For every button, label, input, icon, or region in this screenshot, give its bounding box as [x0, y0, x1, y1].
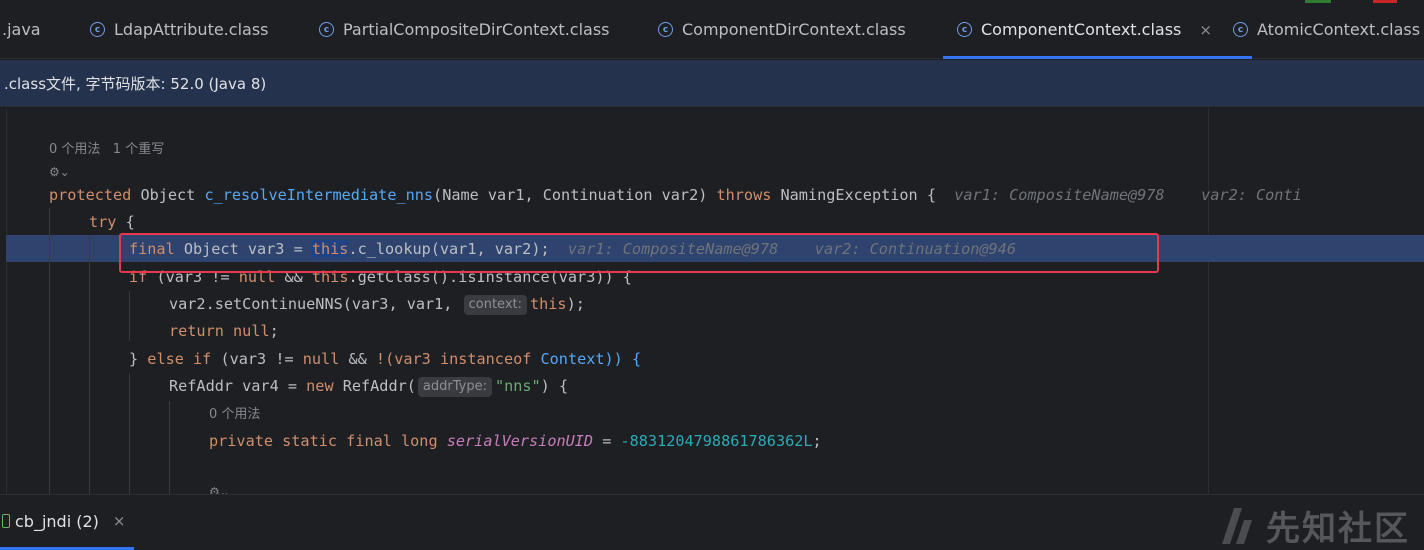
parameter-hint: context: [463, 294, 527, 315]
run-panel: cb_jndi (2) × 先知社区 [0, 494, 1424, 550]
class-icon: c [1233, 22, 1248, 37]
annotation-toggle-icon[interactable]: ⚙⌄ [209, 482, 230, 494]
usage-hint[interactable]: 0 个用法 [209, 405, 260, 425]
code-line-refaddr: RefAddr var4 = new RefAddr(addrType: "nns… [169, 373, 568, 400]
run-tab-label: cb_jndi (2) [15, 511, 99, 531]
tab-label: ComponentContext.class [981, 20, 1182, 39]
token: RefAddr( [333, 377, 416, 395]
indent-guide [129, 373, 130, 494]
editor-tab-bar: .java c LdapAttribute.class c PartialCom… [0, 0, 1424, 59]
token: ; [269, 322, 279, 340]
right-margin-guide [1208, 108, 1209, 494]
decompiled-class-banner: .class文件, 字节码版本: 52.0 (Java 8) [0, 60, 1424, 107]
token: "nns" [494, 377, 541, 395]
tab-componentcontext[interactable]: c ComponentContext.class × [943, 0, 1252, 59]
token: if [193, 350, 212, 368]
token: ); [566, 295, 585, 313]
code-line-try: try { [89, 209, 135, 236]
tab-java[interactable]: .java [2, 0, 41, 59]
code-line-serialversionuid: private static final long serialVersionU… [209, 428, 822, 455]
token: null [302, 350, 340, 368]
token: = [593, 432, 621, 450]
class-icon: c [957, 22, 972, 37]
annotation-toggle-icon[interactable]: ⚙⌄ [49, 162, 70, 182]
token: protected [49, 186, 132, 204]
run-tab-cb-jndi[interactable]: cb_jndi (2) × [0, 495, 135, 550]
highlight-annotation-box [119, 233, 1159, 273]
token: RefAddr var4 = [169, 377, 307, 395]
indent-guide [49, 208, 50, 494]
token: -8831204798861786362L [620, 432, 813, 450]
token: Context)) { [531, 350, 642, 368]
tab-partialcompositedircontext[interactable]: c PartialCompositeDirContext.class [319, 0, 610, 59]
code-line-setcontinuenns: var2.setContinueNNS(var3, var1, context:… [169, 291, 585, 318]
code-line-else-if: } else if (var3 != null && !(var3 instan… [129, 346, 641, 373]
token: this [530, 295, 567, 313]
indent-guide [129, 291, 130, 341]
token: null [233, 322, 270, 340]
usage-hint[interactable]: 0 个用法 1 个重写 [49, 140, 164, 160]
indent-guide [169, 401, 170, 494]
token: Object [131, 186, 205, 204]
gutter [0, 108, 7, 494]
class-icon: c [658, 22, 673, 37]
tab-atomiccontext[interactable]: c AtomicContext.class [1233, 0, 1420, 59]
token: !(var3 [375, 350, 440, 368]
code-editor[interactable]: 0 个用法 1 个重写 ⚙⌄ protected Object c_resolv… [0, 108, 1424, 494]
indent-guide [89, 236, 90, 494]
token: (Name var1, Continuation var2) [433, 186, 717, 204]
class-icon: c [319, 22, 334, 37]
token: instanceof [439, 350, 532, 368]
token: c_resolveIntermediate_nns [204, 186, 434, 204]
token: var2.setContinueNNS(var3, var1, [169, 295, 462, 313]
watermark: 先知社区 [1220, 501, 1410, 550]
watermark-logo-icon [1222, 507, 1252, 544]
token: new [306, 377, 334, 395]
class-icon: c [90, 22, 105, 37]
tab-label: PartialCompositeDirContext.class [343, 20, 610, 39]
tab-ldapattribute[interactable]: c LdapAttribute.class [90, 0, 268, 59]
token: NamingException { [771, 186, 936, 204]
tab-label: AtomicContext.class [1257, 20, 1421, 39]
token: serialVersionUID [446, 432, 594, 450]
close-icon[interactable]: × [1199, 21, 1212, 39]
debug-config-icon [2, 514, 10, 528]
tab-componentdircontext[interactable]: c ComponentDirContext.class [658, 0, 906, 59]
code-line-return: return null; [169, 318, 279, 345]
token: ) { [540, 377, 569, 395]
tab-label: .java [2, 20, 41, 39]
token: } [129, 350, 148, 368]
token: (var3 != [211, 350, 303, 368]
watermark-text: 先知社区 [1266, 509, 1410, 549]
code-line-method-signature: protected Object c_resolveIntermediate_n… [49, 182, 1302, 209]
token: throws [716, 186, 772, 204]
token: { [116, 213, 135, 231]
tab-label: LdapAttribute.class [114, 20, 269, 39]
parameter-hint: addrType: [417, 376, 492, 397]
token: && [339, 350, 376, 368]
inline-debug-value: var1: CompositeName@978 var2: Conti [954, 186, 1302, 204]
token: private static final long [209, 432, 438, 450]
banner-text: .class文件, 字节码版本: 52.0 (Java 8) [4, 74, 267, 93]
token: else [147, 350, 184, 368]
token: ; [812, 432, 822, 450]
token: try [89, 213, 117, 231]
close-icon[interactable]: × [113, 512, 126, 530]
token: return [169, 322, 224, 340]
tab-label: ComponentDirContext.class [682, 20, 906, 39]
